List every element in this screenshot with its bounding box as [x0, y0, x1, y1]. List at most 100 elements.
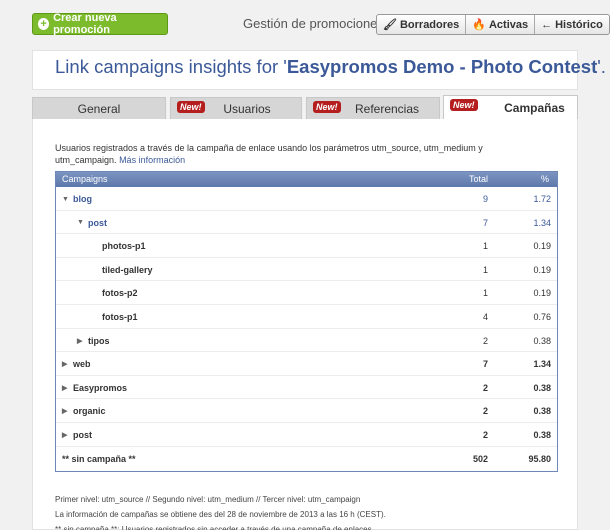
campaign-label: tiled-gallery — [102, 264, 153, 275]
footer-notes: Primer nivel: utm_source // Segundo nive… — [55, 492, 386, 530]
campaign-name: ▶ Easypromos — [62, 383, 127, 393]
campaign-total: 7 — [482, 359, 488, 370]
header-percent[interactable]: % — [541, 174, 549, 184]
new-badge: New! — [177, 101, 205, 113]
page-title-box: Link campaigns insights for 'Easypromos … — [32, 50, 606, 90]
campaign-label: ** sin campaña ** — [62, 453, 136, 464]
campaign-total: 1 — [482, 241, 488, 252]
expand-triangle-icon[interactable]: ▶ — [62, 407, 68, 415]
campaign-label: organic — [73, 406, 106, 417]
campaign-label: blog — [73, 194, 92, 204]
table-row: tiled-gallery 1 0.19 — [56, 258, 557, 282]
campaign-percent: 1.34 — [533, 359, 551, 370]
campaign-label: post — [73, 429, 92, 440]
drafts-label: Borradores — [399, 18, 460, 31]
title-prefix: Link campaigns insights for ' — [55, 56, 287, 77]
campaign-name: fotos-p1 — [102, 312, 138, 322]
campaign-total: 1 — [482, 264, 488, 275]
expand-triangle-icon[interactable]: ▶ — [62, 431, 68, 439]
campaign-name: ▼ blog — [62, 194, 92, 204]
campaign-name: ▶ organic — [62, 406, 106, 416]
campaign-total: 502 — [472, 453, 488, 464]
footer-note: La información de campañas se obtiene de… — [55, 510, 386, 519]
campaign-name: ▶ tipos — [77, 336, 110, 346]
campaigns-table: Campaigns Total % ▼ blog 9 1.72 ▼ post 7 1.34 ph… — [55, 171, 558, 472]
table-row[interactable]: ▶ post 2 0.38 — [56, 423, 557, 447]
campaign-total: 9 — [482, 194, 488, 204]
table-row: fotos-p1 4 0.76 — [56, 305, 557, 329]
table-row[interactable]: ▼ blog 9 1.72 — [56, 187, 557, 211]
table-row[interactable]: ▶ web 7 1.34 — [56, 352, 557, 376]
flame-icon: 🔥 — [472, 19, 486, 31]
footer-note: Primer nivel: utm_source // Segundo nive… — [55, 495, 361, 504]
collapse-triangle-icon[interactable]: ▼ — [77, 219, 84, 226]
campaign-total: 4 — [482, 311, 488, 322]
table-row: fotos-p2 1 0.19 — [56, 281, 557, 305]
campaign-name: tiled-gallery — [102, 265, 153, 275]
tab-usuarios-label: Usuarios — [223, 101, 271, 116]
campaign-name: photos-p1 — [102, 241, 146, 251]
create-promotion-button[interactable]: + Crear nueva promoción — [32, 12, 168, 36]
campaign-name: ** sin campaña ** — [62, 454, 136, 464]
active-button[interactable]: 🔥 Activas — [466, 15, 536, 34]
collapse-triangle-icon[interactable]: ▼ — [62, 196, 69, 203]
campaign-percent: 0.38 — [533, 335, 551, 346]
campaign-name: ▶ post — [62, 430, 92, 440]
promotion-name: Easypromos Demo - Photo Contest — [286, 56, 598, 77]
back-arrow-icon: ← — [541, 18, 553, 31]
promotion-filter-group: 🖌 Borradores 🔥 Activas ← Histórico — [376, 14, 610, 35]
tab-general[interactable]: General — [32, 97, 166, 119]
tab-general-label: General — [77, 101, 121, 116]
drafts-button[interactable]: 🖌 Borradores — [377, 15, 467, 34]
campaign-percent: 0.38 — [533, 382, 551, 393]
campaign-percent: 1.34 — [533, 217, 551, 228]
table-row[interactable]: ▶ tipos 2 0.38 — [56, 329, 557, 353]
header-total[interactable]: Total — [469, 174, 488, 184]
intro-text: Usuarios registrados a través de la camp… — [55, 142, 515, 166]
tab-referencias[interactable]: New! Referencias — [306, 97, 440, 119]
create-promotion-label: Crear nueva promoción — [53, 12, 117, 36]
campaign-label: tipos — [88, 335, 110, 346]
campaign-label: photos-p1 — [102, 241, 146, 252]
section-label: Gestión de promociones — [243, 16, 384, 31]
campaign-percent: 0.76 — [533, 311, 551, 322]
table-row[interactable]: ▶ organic 2 0.38 — [56, 399, 557, 423]
table-body: ▼ blog 9 1.72 ▼ post 7 1.34 photos-p1 1 0.19 tiled-… — [56, 187, 557, 470]
campaign-label: Easypromos — [73, 382, 128, 393]
tab-usuarios[interactable]: New! Usuarios — [170, 97, 302, 119]
table-row: photos-p1 1 0.19 — [56, 234, 557, 258]
expand-triangle-icon[interactable]: ▶ — [77, 337, 83, 345]
campaign-total: 2 — [482, 406, 488, 417]
campaign-name: fotos-p2 — [102, 288, 138, 298]
title-suffix: '. — [597, 56, 606, 77]
tab-campanas[interactable]: New! Campañas — [443, 95, 578, 119]
history-button[interactable]: ← Histórico — [535, 15, 609, 34]
campaign-percent: 0.19 — [533, 264, 551, 275]
expand-triangle-icon[interactable]: ▶ — [62, 384, 68, 392]
campaign-percent: 1.72 — [533, 194, 551, 204]
page-title: Link campaigns insights for 'Easypromos … — [55, 56, 606, 78]
more-info-link[interactable]: Más información — [119, 155, 185, 165]
campaign-total: 2 — [482, 335, 488, 346]
campaign-percent: 0.19 — [533, 241, 551, 252]
content-panel: Usuarios registrados a través de la camp… — [32, 119, 578, 530]
tab-campanas-label: Campañas — [504, 100, 565, 115]
campaign-total: 7 — [482, 217, 488, 228]
footer-note: ** sin campaña **: Usuarios registrados … — [55, 525, 374, 530]
campaign-percent: 0.38 — [533, 406, 551, 417]
campaign-percent: 95.80 — [528, 453, 551, 464]
active-label: Activas — [488, 18, 529, 31]
table-row: ** sin campaña ** 502 95.80 — [56, 447, 557, 471]
expand-triangle-icon[interactable]: ▶ — [62, 360, 68, 368]
tab-bar: General New! Usuarios New! Referencias N… — [32, 95, 578, 119]
campaign-total: 1 — [482, 288, 488, 299]
table-header: Campaigns Total % — [56, 172, 557, 187]
table-row[interactable]: ▼ post 7 1.34 — [56, 211, 557, 235]
campaign-name: ▼ post — [77, 218, 107, 228]
table-row[interactable]: ▶ Easypromos 2 0.38 — [56, 376, 557, 400]
campaign-label: fotos-p1 — [102, 311, 138, 322]
campaign-label: fotos-p2 — [102, 288, 138, 299]
header-campaigns[interactable]: Campaigns — [62, 174, 108, 184]
history-label: Histórico — [555, 18, 603, 31]
new-badge: New! — [450, 99, 478, 111]
